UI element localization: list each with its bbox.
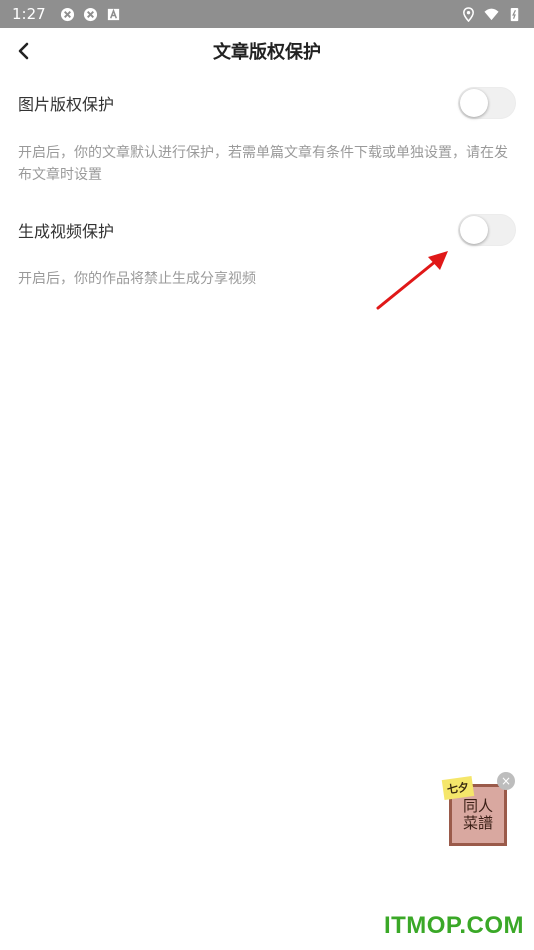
toggle-knob	[460, 216, 488, 244]
setting-description: 开启后，你的文章默认进行保护，若需单篇文章有条件下载或单独设置，请在发布文章时设…	[18, 145, 508, 183]
sync-icon	[60, 7, 74, 21]
location-icon	[463, 6, 474, 22]
ad-close-button[interactable]: ×	[497, 772, 515, 790]
page-title: 文章版权保护	[213, 42, 321, 63]
setting-row-image-copyright: 图片版权保护	[0, 78, 534, 128]
watermark: ITMOP.COM	[383, 912, 524, 939]
back-button[interactable]	[10, 37, 38, 65]
ad-sticker: 七夕	[441, 776, 475, 800]
battery-icon	[510, 7, 519, 21]
chevron-left-icon	[18, 42, 29, 60]
sync-icon	[83, 7, 97, 21]
wifi-icon	[484, 8, 499, 20]
floating-ad[interactable]: 同人 菜譜 七夕 ×	[441, 772, 515, 848]
setting-label: 生成视频保护	[18, 222, 115, 241]
setting-label: 图片版权保护	[18, 95, 115, 114]
ad-title-line-1: 同人	[462, 797, 493, 815]
app-header: 文章版权保护	[0, 28, 534, 74]
status-right	[461, 6, 522, 22]
ad-title-line-2: 菜譜	[462, 814, 493, 832]
video-protection-toggle[interactable]	[458, 214, 516, 246]
status-time: 1:27	[12, 5, 46, 23]
image-copyright-toggle[interactable]	[458, 87, 516, 119]
status-left: 1:27	[12, 5, 121, 23]
status-bar: 1:27	[0, 0, 534, 28]
annotation-arrow-icon	[376, 251, 448, 310]
toggle-knob	[460, 89, 488, 117]
a-badge-icon	[107, 8, 119, 20]
